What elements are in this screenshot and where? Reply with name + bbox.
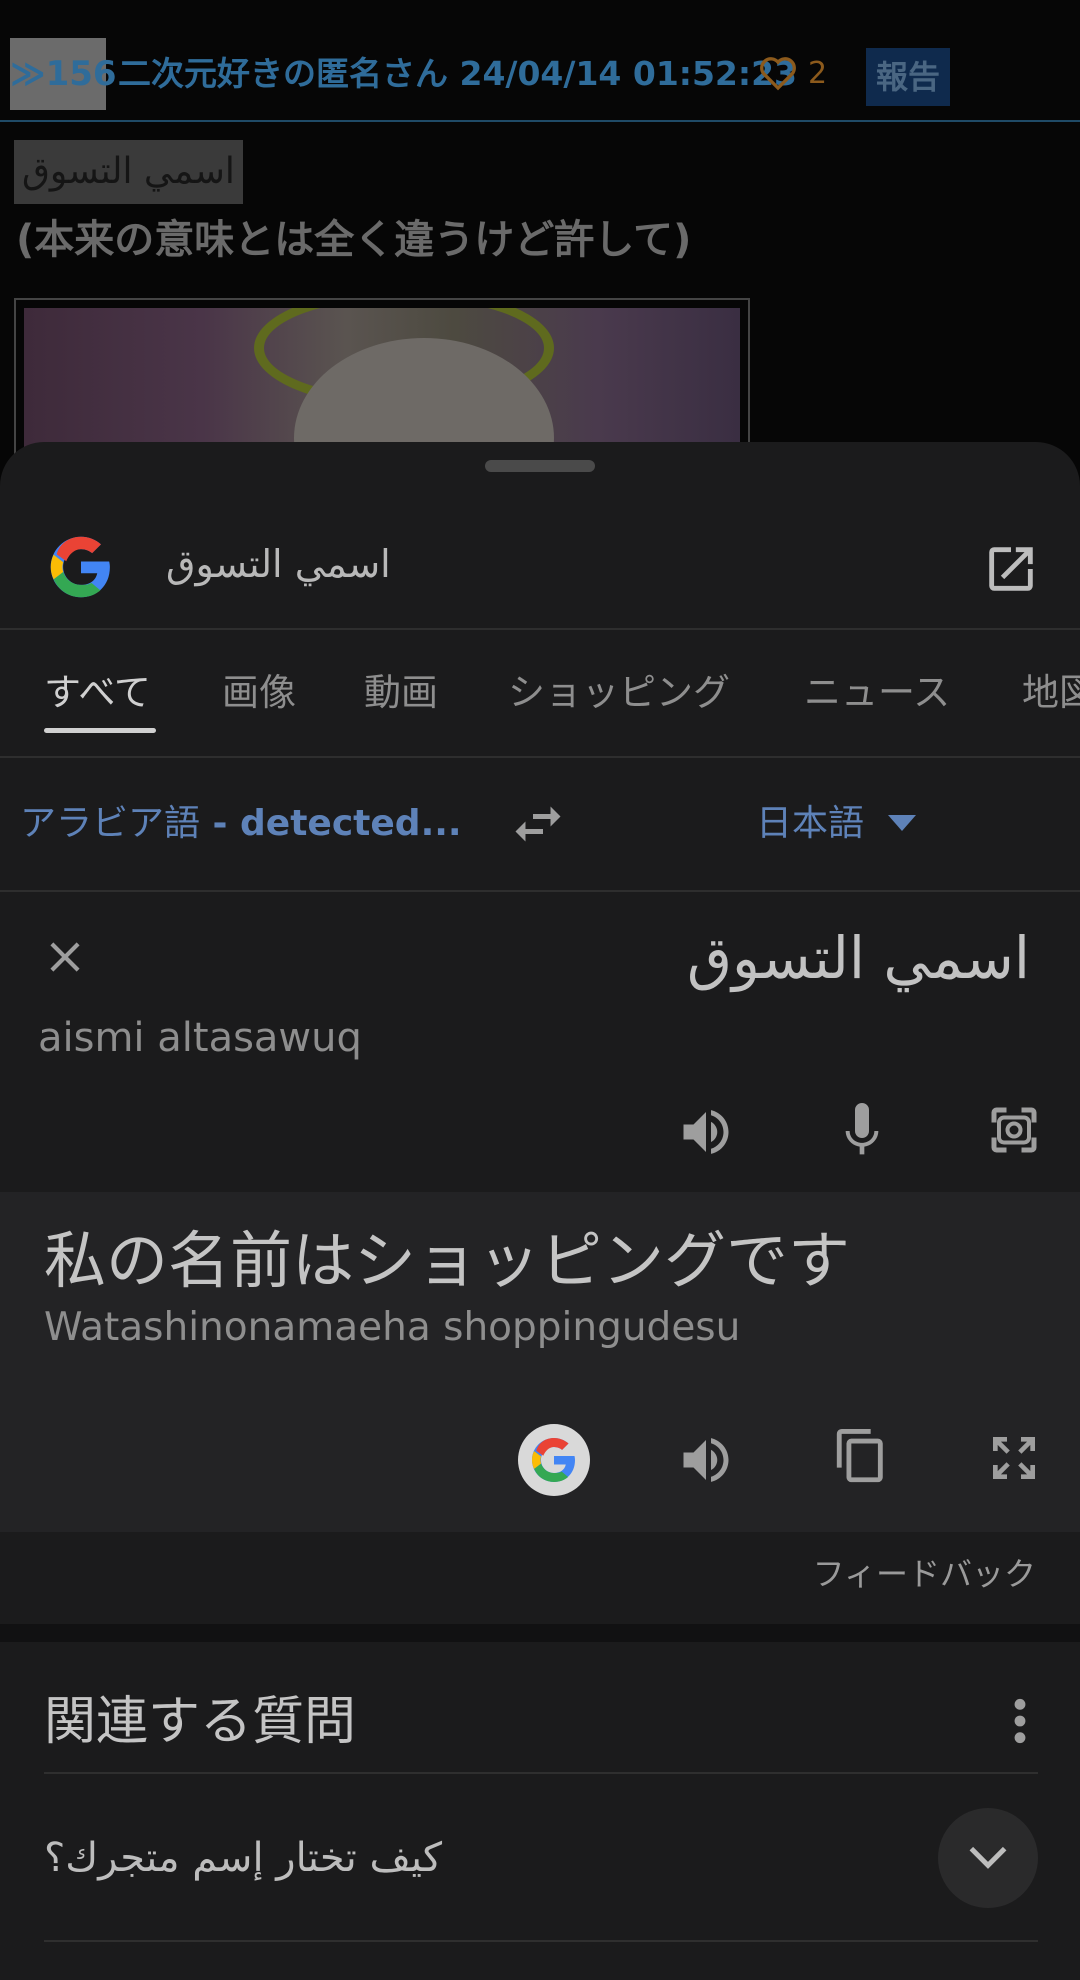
post-body-line: (本来の意味とは全く違うけど許して)	[16, 217, 692, 263]
source-language-label: アラビア語	[20, 803, 201, 844]
fullscreen-icon[interactable]	[986, 1430, 1042, 1486]
speaker-icon[interactable]	[676, 1430, 736, 1490]
background-forum-page: ≫156 二次元好きの匿名さん 24/04/14 01:52:23 2 報告 ا…	[0, 0, 1080, 488]
translation-text: 私の名前はショッピングです	[44, 1224, 851, 1297]
detected-label: - detected...	[200, 803, 462, 844]
post-header: ≫156 二次元好きの匿名さん 24/04/14 01:52:23 2 報告	[0, 36, 1080, 122]
reply-number-link[interactable]: ≫156	[10, 38, 117, 110]
feedback-row: フィードバック	[0, 1532, 1080, 1624]
section-separator	[0, 1624, 1080, 1642]
camera-icon[interactable]	[984, 1100, 1044, 1160]
heart-icon[interactable]	[758, 54, 798, 92]
feedback-link[interactable]: フィードバック	[813, 1548, 1036, 1600]
tab-all[interactable]: すべて	[44, 666, 151, 720]
language-selector-row: アラビア語 - detected... 日本語	[0, 758, 1080, 892]
source-language-selector[interactable]: アラビア語 - detected...	[20, 794, 462, 854]
open-google-translate-button[interactable]	[518, 1424, 590, 1496]
swap-languages-icon[interactable]	[508, 794, 568, 854]
related-question-text: كيف تختار إسم متجرك؟	[44, 1835, 443, 1881]
related-questions-title: 関連する質問	[44, 1692, 357, 1752]
search-query-text[interactable]: اسمي التسوق	[166, 528, 391, 600]
source-text[interactable]: اسمي التسوق	[687, 918, 1030, 998]
expand-button[interactable]	[938, 1808, 1038, 1908]
more-options-icon[interactable]	[1010, 1696, 1030, 1746]
translation-result-panel: 私の名前はショッピングです Watashinonamaeha shoppingu…	[0, 1192, 1080, 1532]
tab-shopping[interactable]: ショッピング	[508, 666, 730, 720]
report-button[interactable]: 報告	[866, 48, 950, 106]
tab-news[interactable]: ニュース	[804, 666, 950, 720]
tab-videos[interactable]: 動画	[364, 666, 438, 720]
close-icon[interactable]	[40, 932, 90, 982]
translation-transliteration: Watashinonamaeha shoppingudesu	[44, 1305, 741, 1350]
google-search-sheet: اسمي التسوق すべて 画像 動画 ショッピング ニュース 地図 アラビ…	[0, 442, 1080, 1980]
poster-name-date: 二次元好きの匿名さん 24/04/14 01:52:23	[118, 54, 798, 93]
speaker-icon[interactable]	[676, 1102, 736, 1162]
search-tabs: すべて 画像 動画 ショッピング ニュース 地図	[0, 630, 1080, 758]
selected-text: اسمي التسوق	[14, 140, 243, 204]
related-question-item[interactable]: كيف تختار إسم متجرك؟	[44, 1772, 1038, 1942]
tab-maps[interactable]: 地図	[1022, 666, 1080, 720]
caret-down-icon[interactable]	[888, 814, 916, 832]
google-logo-icon	[50, 536, 110, 598]
google-g-icon	[532, 1438, 575, 1482]
active-tab-indicator	[44, 728, 156, 733]
source-text-panel: اسمي التسوق aismi altasawuq	[0, 892, 1080, 1192]
source-transliteration: aismi altasawuq	[38, 1015, 362, 1061]
search-bar[interactable]: اسمي التسوق	[0, 502, 1080, 628]
microphone-icon[interactable]	[834, 1098, 890, 1164]
tab-images[interactable]: 画像	[222, 666, 296, 720]
chevron-down-icon	[969, 1846, 1007, 1869]
sheet-drag-handle[interactable]	[485, 460, 595, 472]
target-language-selector[interactable]: 日本語	[756, 794, 864, 854]
like-count: 2	[808, 56, 828, 91]
copy-icon[interactable]	[832, 1426, 890, 1490]
open-in-new-icon[interactable]	[982, 540, 1040, 598]
